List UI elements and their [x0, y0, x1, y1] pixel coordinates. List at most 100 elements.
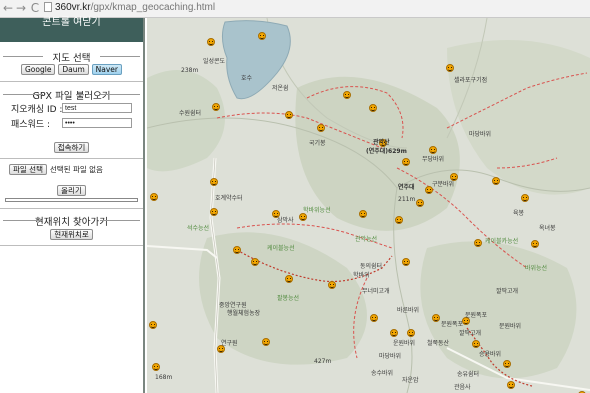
- map-label: 수원쉼터: [179, 110, 202, 117]
- divider: [0, 158, 143, 159]
- map-label: 학바위능선: [303, 207, 331, 214]
- upload-progress-bar: [5, 198, 138, 202]
- map-label: 관악능선: [355, 236, 378, 243]
- map-label: 호계약수터: [215, 195, 243, 202]
- file-status-text: 선택된 파일 없음: [49, 165, 103, 174]
- geocache-marker[interactable]: [395, 216, 403, 224]
- map-label: 깔딱고개: [496, 288, 519, 295]
- map-canvas[interactable]: 일성콘도 저온쉼 수원쉼터 238m 211m 셀라포구기점 관악산 (연주대)…: [147, 18, 590, 393]
- geocache-marker[interactable]: [299, 213, 307, 221]
- address-bar[interactable]: 360vr.kr/gpx/kmap_geocaching.html: [44, 1, 215, 15]
- geocache-marker[interactable]: [210, 208, 218, 216]
- divider: [0, 245, 143, 246]
- geocache-marker[interactable]: [407, 329, 415, 337]
- geocache-marker[interactable]: [432, 314, 440, 322]
- geocache-marker[interactable]: [474, 239, 482, 247]
- map-label: 238m: [181, 67, 199, 74]
- map-label: 일성콘도: [203, 58, 226, 65]
- map-label: 호수: [241, 75, 253, 82]
- google-map-button[interactable]: Google: [21, 64, 56, 75]
- geocache-marker[interactable]: [343, 91, 351, 99]
- geocache-marker[interactable]: [150, 193, 158, 201]
- geocache-marker[interactable]: [285, 275, 293, 283]
- control-panel: 콘트롤 여닫기 지도 선택 Google Daum Naver GPX 파일 불…: [0, 18, 145, 393]
- panel-toggle-button[interactable]: 콘트롤 여닫기: [0, 18, 143, 42]
- map-label: 케이블카능선: [485, 238, 519, 245]
- browser-toolbar: ← → C 360vr.kr/gpx/kmap_geocaching.html: [0, 0, 590, 18]
- geocache-marker[interactable]: [262, 338, 270, 346]
- geocache-marker[interactable]: [328, 281, 336, 289]
- daum-map-button[interactable]: Daum: [58, 64, 89, 75]
- geocache-marker[interactable]: [210, 178, 218, 186]
- upload-button[interactable]: 올리기: [57, 185, 86, 196]
- map-label: 삼막사: [277, 217, 294, 224]
- geocache-marker[interactable]: [317, 124, 325, 132]
- map-label: 옥녀봉: [539, 225, 556, 232]
- geocache-marker[interactable]: [370, 314, 378, 322]
- divider: [0, 81, 143, 82]
- map-label: 동의쉼터: [360, 263, 383, 270]
- page-icon: [44, 2, 52, 12]
- map-label: 문원바위: [499, 323, 522, 330]
- geocache-marker[interactable]: [152, 363, 160, 371]
- map-select-heading: 지도 선택: [0, 50, 143, 64]
- upload-row: 올리기: [0, 185, 143, 196]
- map-label: 바른바위: [397, 307, 420, 314]
- map-label: 문원폭포: [441, 321, 464, 328]
- map-label: 관악산: [373, 139, 390, 146]
- password-label: 패스워드 :: [11, 120, 51, 130]
- file-select-button[interactable]: 파일 선택: [9, 164, 47, 175]
- geocache-marker[interactable]: [149, 321, 157, 329]
- geocache-marker[interactable]: [402, 158, 410, 166]
- geocache-marker[interactable]: [416, 199, 424, 207]
- map-label: 연구원: [221, 340, 238, 347]
- geocache-marker[interactable]: [492, 177, 500, 185]
- map-label: 저온쉼: [272, 85, 289, 92]
- map-label: 운원바위: [393, 340, 416, 347]
- map-label: 무당바위: [422, 156, 445, 163]
- geocache-marker[interactable]: [212, 103, 220, 111]
- geocache-marker[interactable]: [446, 64, 454, 72]
- password-input[interactable]: ••••: [62, 118, 132, 128]
- map-label: 문원폭포: [465, 312, 488, 319]
- map-label: 168m: [155, 374, 173, 381]
- geocache-marker[interactable]: [402, 258, 410, 266]
- map-label: 송수바위: [371, 370, 394, 377]
- map-label: 송유쉼터: [457, 371, 480, 378]
- go-to-current-location-button[interactable]: 현재위치로: [50, 229, 93, 240]
- geocache-marker[interactable]: [251, 258, 259, 266]
- geocache-marker[interactable]: [503, 360, 511, 368]
- geocache-marker[interactable]: [258, 32, 266, 40]
- map-label: 211m: [398, 196, 416, 203]
- geocache-marker[interactable]: [429, 146, 437, 154]
- map-label: 석수능선: [187, 225, 210, 232]
- geocache-marker[interactable]: [531, 240, 539, 248]
- map-label: (연주대)629m: [366, 148, 407, 155]
- geocache-marker[interactable]: [207, 38, 215, 46]
- naver-map-button[interactable]: Naver: [91, 64, 122, 75]
- geocache-marker[interactable]: [521, 194, 529, 202]
- map-label: 행월체험농장: [227, 310, 261, 317]
- geocache-marker[interactable]: [390, 329, 398, 337]
- map-label: 관음사: [454, 384, 471, 391]
- connect-button[interactable]: 접속하기: [53, 142, 90, 153]
- locate-row: 현재위치로: [0, 229, 143, 240]
- map-label: 마당바위: [469, 131, 492, 138]
- map-label: 국기봉: [309, 140, 326, 147]
- geocache-marker[interactable]: [285, 111, 293, 119]
- forward-icon[interactable]: →: [15, 1, 27, 15]
- map-label: 자운암: [402, 377, 419, 384]
- geocache-marker[interactable]: [233, 246, 241, 254]
- geocache-marker[interactable]: [472, 340, 480, 348]
- url-path: /gpx/kmap_geocaching.html: [90, 2, 216, 13]
- geocache-marker[interactable]: [369, 104, 377, 112]
- back-icon[interactable]: ←: [2, 1, 14, 15]
- map-label: 구분바위: [432, 181, 455, 188]
- file-select-row: 파일 선택 선택된 파일 없음: [9, 164, 143, 175]
- geocaching-id-input[interactable]: test: [62, 103, 132, 113]
- geocache-marker[interactable]: [507, 381, 515, 389]
- map-label: 철쭉동산: [427, 340, 450, 347]
- geocache-marker[interactable]: [359, 210, 367, 218]
- reload-icon[interactable]: C: [29, 1, 41, 15]
- map-label: 육봉: [513, 210, 525, 217]
